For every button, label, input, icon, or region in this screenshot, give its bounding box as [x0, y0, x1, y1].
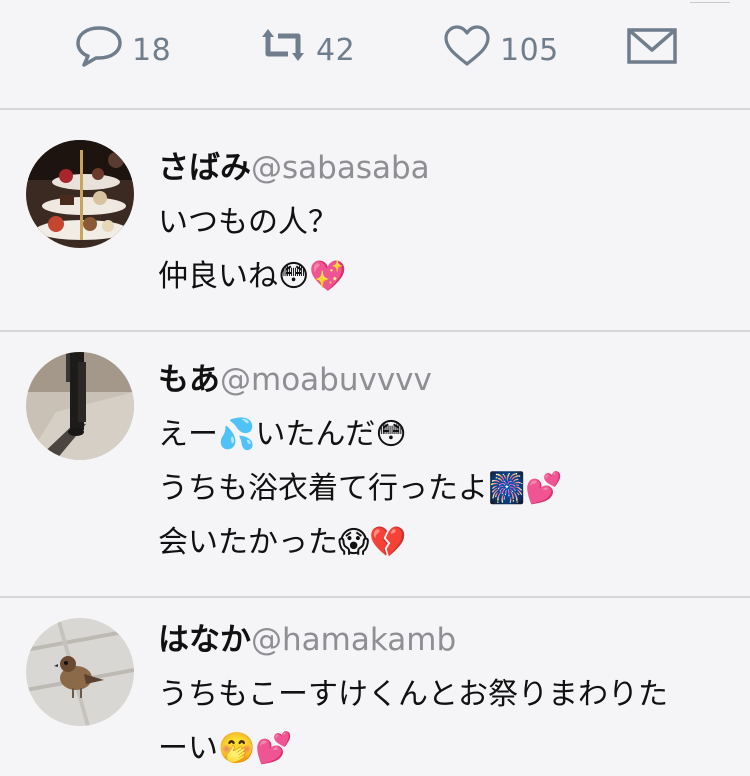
direct-message-button[interactable] — [626, 24, 678, 76]
reply-author-name[interactable]: さばみ — [158, 150, 251, 186]
retweet-button[interactable]: 42 — [258, 24, 355, 76]
envelope-icon — [626, 24, 678, 76]
reply-text-line: 会いたかった😱💔 — [158, 525, 407, 560]
retweet-count: 42 — [316, 32, 356, 68]
reply-text-line: 仲良いね😳💖 — [158, 259, 347, 294]
reply-text-line: えー💦いたんだ😳 — [158, 417, 407, 452]
like-button[interactable]: 105 — [442, 24, 559, 76]
reply-author-handle[interactable]: @moabuvvvv — [220, 362, 432, 398]
speech-bubble-icon — [74, 24, 124, 76]
reply-text-line: うちもこーすけくんとお祭りまわりた — [158, 677, 668, 712]
reply-text: いつもの人？ 仲良いね😳💖 — [158, 196, 730, 304]
reply-item[interactable]: さばみ@sabasaba いつもの人？ 仲良いね😳💖 — [0, 110, 750, 332]
reply-text-line: いつもの人？ — [158, 205, 338, 240]
reply-author-name[interactable]: もあ — [158, 362, 220, 398]
retweet-icon — [258, 24, 308, 76]
tweet-action-bar: 18 42 105 — [0, 0, 750, 110]
avatar[interactable] — [26, 352, 134, 460]
reply-text-line: ーい🤭💕 — [158, 731, 293, 766]
reply-author-name[interactable]: はなか — [158, 622, 251, 658]
heart-icon — [442, 24, 492, 76]
avatar[interactable] — [26, 618, 134, 726]
reply-author-handle[interactable]: @sabasaba — [251, 150, 430, 186]
reply-text: えー💦いたんだ😳 うちも浴衣着て行ったよ🎆💕 会いたかった😱💔 — [158, 408, 730, 570]
reply-author-handle[interactable]: @hamakamb — [251, 622, 456, 658]
reply-text: うちもこーすけくんとお祭りまわりた ーい🤭💕 — [158, 668, 730, 776]
avatar[interactable] — [26, 140, 134, 248]
reply-item[interactable]: はなか@hamakamb うちもこーすけくんとお祭りまわりた ーい🤭💕 — [0, 598, 750, 771]
like-count: 105 — [500, 32, 559, 68]
reply-button[interactable]: 18 — [74, 24, 171, 76]
reply-item[interactable]: もあ@moabuvvvv えー💦いたんだ😳 うちも浴衣着て行ったよ🎆💕 会いたか… — [0, 332, 750, 598]
reply-text-line: うちも浴衣着て行ったよ🎆💕 — [158, 471, 563, 506]
reply-count: 18 — [132, 32, 172, 68]
